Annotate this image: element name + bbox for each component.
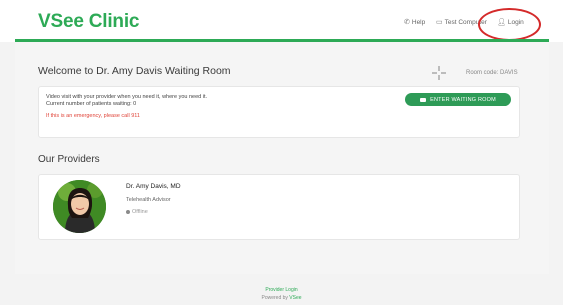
enter-waiting-room-label: ENTER WAITING ROOM bbox=[430, 96, 496, 103]
powered-by: Powered by VSee bbox=[0, 295, 563, 301]
provider-login-link[interactable]: Provider Login bbox=[0, 287, 563, 293]
provider-role: Telehealth Advisor bbox=[126, 197, 171, 203]
clinic-logo[interactable]: VSee Clinic bbox=[38, 11, 139, 33]
annotation-circle bbox=[478, 8, 541, 41]
help-label: Help bbox=[411, 19, 426, 26]
provider-name[interactable]: Dr. Amy Davis, MD bbox=[126, 183, 181, 190]
provider-card[interactable] bbox=[38, 174, 520, 240]
provider-status: Offline bbox=[126, 209, 148, 215]
patients-waiting-text: Current number of patients waiting: 0 bbox=[46, 101, 137, 107]
emergency-warning: If this is an emergency, please call 911 bbox=[46, 113, 140, 119]
powered-by-label: Powered by bbox=[261, 295, 288, 301]
monitor-icon: ▭ bbox=[436, 19, 443, 26]
crosshair-icon bbox=[432, 66, 446, 80]
provider-photo bbox=[53, 180, 106, 233]
phone-icon: ✆ bbox=[404, 19, 410, 26]
provider-avatar[interactable] bbox=[53, 180, 106, 233]
waiting-room-title: Welcome to Dr. Amy Davis Waiting Room bbox=[38, 65, 231, 77]
intro-text: Video visit with your provider when you … bbox=[46, 94, 208, 100]
video-camera-icon bbox=[420, 97, 427, 102]
vsee-link[interactable]: VSee bbox=[289, 295, 301, 301]
provider-status-label: Offline bbox=[132, 209, 148, 215]
enter-waiting-room-button[interactable]: ENTER WAITING ROOM bbox=[405, 93, 511, 106]
providers-heading: Our Providers bbox=[38, 154, 100, 165]
room-code: Room code: DAVIS bbox=[466, 70, 518, 76]
status-dot-icon bbox=[126, 210, 130, 214]
help-link[interactable]: ✆ Help bbox=[404, 19, 425, 26]
